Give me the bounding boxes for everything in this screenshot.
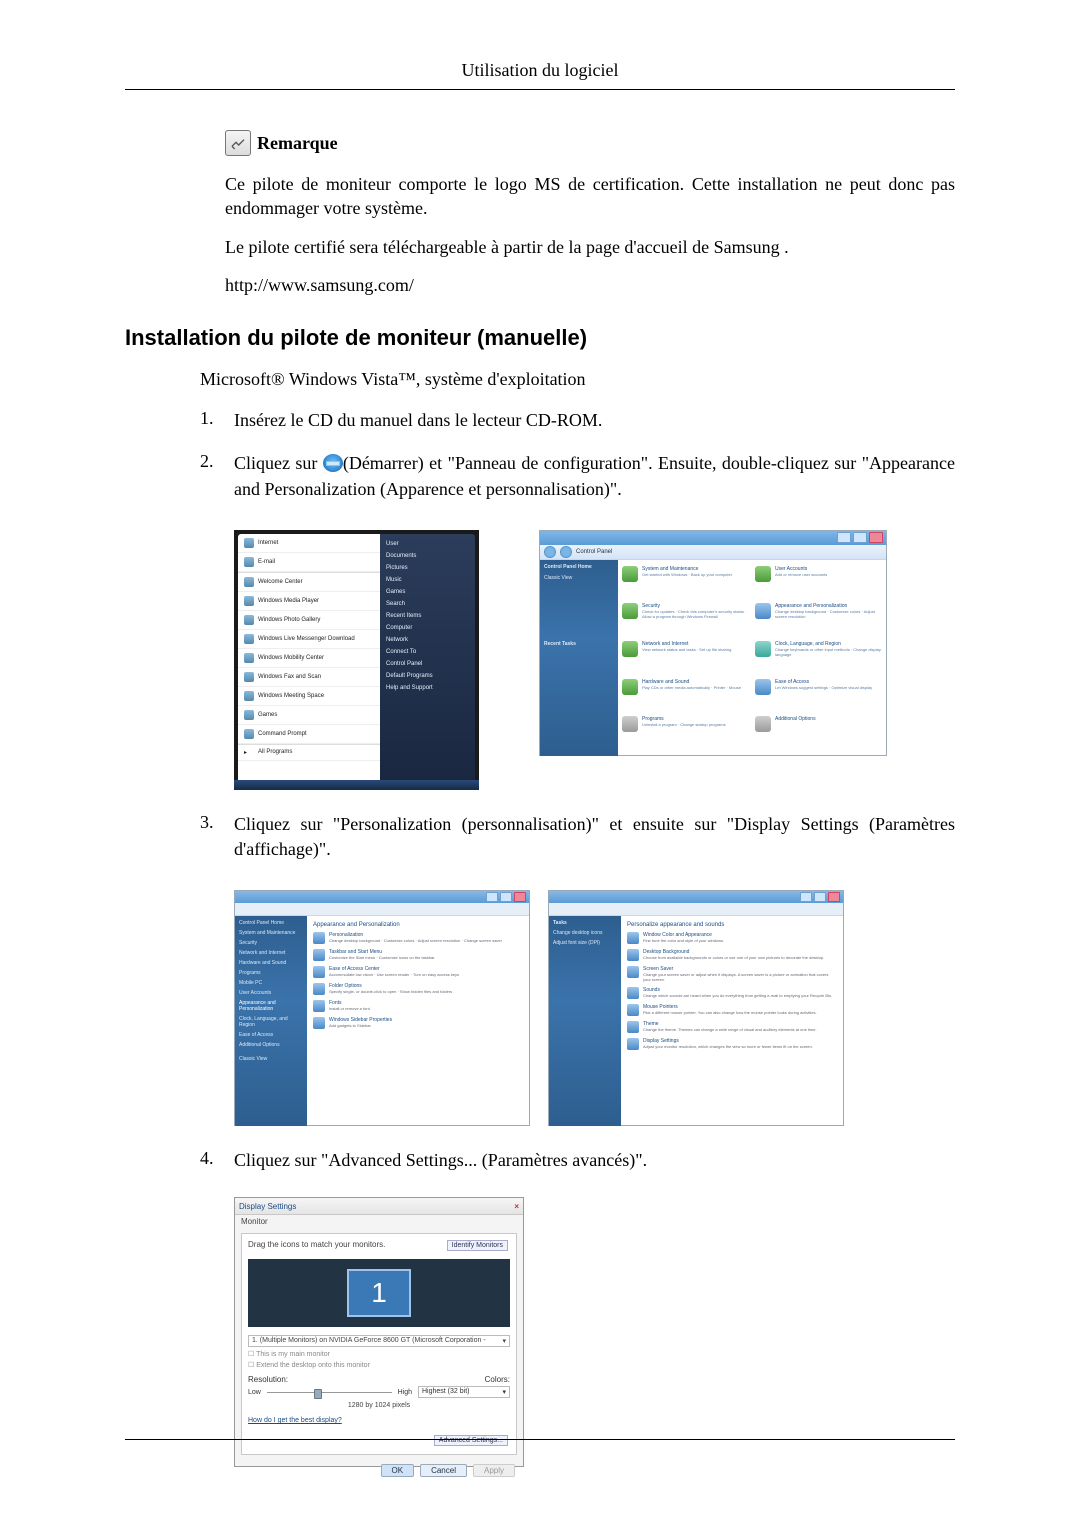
note-paragraph-2: Le pilote certifié sera téléchargeable à… (225, 235, 955, 259)
advanced-settings-button: Advanced Settings... (434, 1435, 508, 1446)
screenshot-personalization: Tasks Change desktop icons Adjust font s… (548, 890, 844, 1126)
close-icon: × (514, 1202, 519, 1211)
note-url: http://www.samsung.com/ (225, 273, 955, 297)
step-2-text: Cliquez sur (Démarrer) et "Panneau de co… (234, 451, 955, 501)
ok-button: OK (381, 1464, 415, 1477)
step-number: 1. (200, 408, 234, 433)
intro-line: Microsoft® Windows Vista™, système d'exp… (200, 369, 955, 390)
cancel-button: Cancel (420, 1464, 467, 1477)
note-icon (225, 130, 251, 156)
page-header-title: Utilisation du logiciel (125, 60, 955, 89)
screenshot-control-panel: Control Panel Control Panel Home Classic… (539, 530, 887, 756)
step-4-text: Cliquez sur "Advanced Settings... (Param… (234, 1148, 955, 1173)
apply-button: Apply (473, 1464, 515, 1477)
step-number: 2. (200, 451, 234, 501)
chevron-down-icon: ▾ (502, 1388, 506, 1396)
note-label: Remarque (257, 133, 338, 154)
step-1-text: Insérez le CD du manuel dans le lecteur … (234, 408, 955, 433)
header-rule (125, 89, 955, 90)
step-number: 3. (200, 812, 234, 862)
chevron-down-icon: ▾ (502, 1337, 506, 1345)
monitor-icon: 1 (347, 1269, 411, 1317)
screenshot-display-settings: Display Settings × Monitor Drag the icon… (234, 1197, 524, 1467)
section-heading: Installation du pilote de moniteur (manu… (125, 325, 955, 351)
windows-start-orb-icon (323, 454, 343, 472)
step-2-text-a: Cliquez sur (234, 453, 323, 473)
note-paragraph-1: Ce pilote de moniteur comporte le logo M… (225, 172, 955, 221)
identify-monitors-button: Identify Monitors (447, 1240, 508, 1251)
screenshot-start-menu: Internet E-mail Welcome Center Windows M… (234, 530, 479, 790)
step-3-text: Cliquez sur "Personalization (personnali… (234, 812, 955, 862)
screenshot-appearance-personalization: Control Panel Home System and Maintenanc… (234, 890, 530, 1126)
footer-rule (125, 1439, 955, 1440)
step-number: 4. (200, 1148, 234, 1173)
